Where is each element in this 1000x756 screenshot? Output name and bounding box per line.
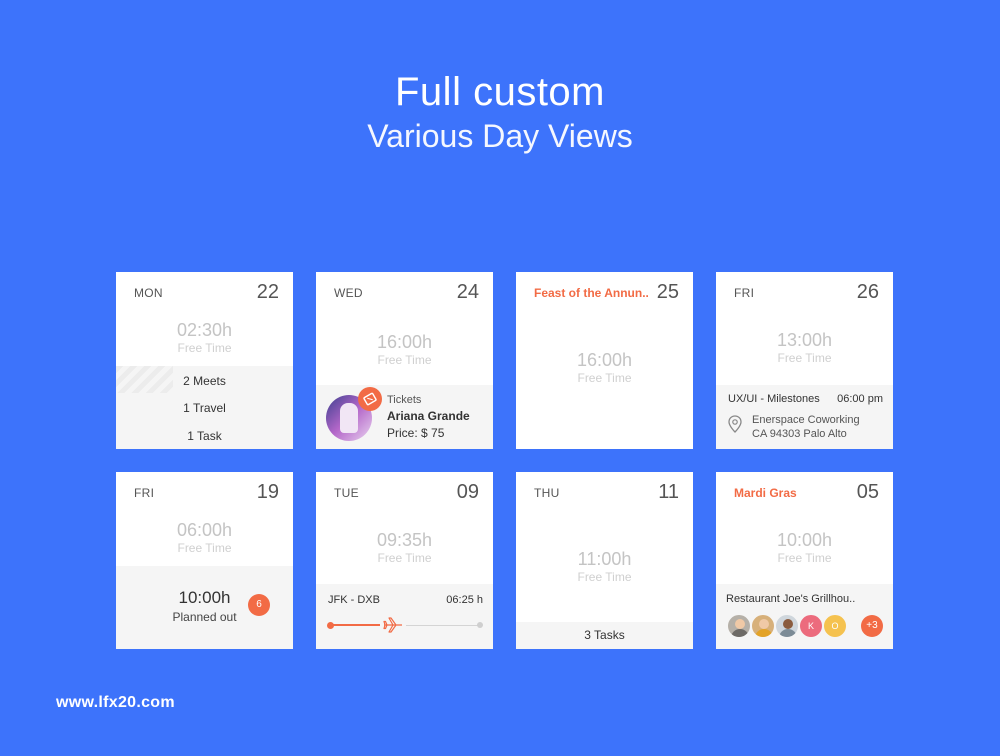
free-time-label: Free Time bbox=[577, 570, 632, 584]
holiday-name: Feast of the Annun.. bbox=[534, 286, 649, 300]
planned-count-badge[interactable]: 6 bbox=[248, 594, 270, 616]
free-time-label: Free Time bbox=[377, 551, 432, 565]
day-of-week: TUE bbox=[334, 486, 359, 500]
attendee-initial-k[interactable]: K bbox=[798, 613, 824, 639]
free-time-label: Free Time bbox=[777, 551, 832, 565]
flight-panel[interactable]: JFK - DXB 06:25 h bbox=[316, 584, 493, 649]
location-pin-icon bbox=[727, 415, 743, 438]
hero-subtitle: Various Day Views bbox=[367, 118, 633, 154]
airplane-icon bbox=[380, 616, 406, 639]
free-time-value: 10:00h bbox=[776, 530, 833, 550]
free-time-value: 11:00h bbox=[577, 549, 632, 569]
day-number: 09 bbox=[456, 481, 479, 503]
free-time-label: Free Time bbox=[577, 371, 632, 385]
travel-count[interactable]: 1 Travel bbox=[116, 401, 293, 415]
flight-duration: 06:25 h bbox=[446, 594, 483, 606]
day-card-tue[interactable]: TUE 09 09:35h Free Time JFK - DXB 06:25 … bbox=[316, 472, 493, 649]
avatar-head bbox=[759, 619, 769, 629]
avatar-body bbox=[755, 629, 773, 637]
ticket-icon bbox=[358, 387, 382, 411]
day-card-thu[interactable]: THU 11 11:00h Free Time 3 Tasks bbox=[516, 472, 693, 649]
event-panel[interactable]: UX/UI - Milestones 06:00 pm Enerspace Co… bbox=[716, 385, 893, 449]
day-number: 11 bbox=[658, 481, 679, 503]
day-of-week: FRI bbox=[134, 486, 155, 500]
tasks-count: 3 Tasks bbox=[584, 628, 625, 642]
event-panel[interactable]: Restaurant Joe's Grillhou.. K O +3 bbox=[716, 584, 893, 649]
day-card-fri-19[interactable]: FRI 19 06:00h Free Time 10:00h Planned o… bbox=[116, 472, 293, 649]
free-time-value: 09:35h bbox=[376, 530, 433, 550]
day-card-mon[interactable]: MON 22 02:30h Free Time 2 Meets 1 Travel… bbox=[116, 272, 293, 449]
avatar-body bbox=[731, 629, 749, 637]
day-card-mardi-gras[interactable]: Mardi Gras 05 10:00h Free Time Restauran… bbox=[716, 472, 893, 649]
hero-title: Full custom bbox=[395, 70, 605, 114]
free-time-label: Free Time bbox=[377, 353, 432, 367]
avatar-body bbox=[779, 629, 797, 637]
day-of-week: MON bbox=[134, 286, 163, 300]
flight-origin-dot bbox=[327, 622, 334, 629]
day-of-week: THU bbox=[534, 486, 560, 500]
day-number: 25 bbox=[656, 281, 679, 303]
day-number: 22 bbox=[256, 281, 279, 303]
event-title: UX/UI - Milestones bbox=[728, 393, 820, 405]
free-time-value: 06:00h bbox=[176, 520, 233, 540]
flight-progress-fill bbox=[330, 624, 384, 626]
day-number: 05 bbox=[856, 481, 879, 503]
event-name: Ariana Grande bbox=[387, 409, 470, 423]
location-line-2: CA 94303 Palo Alto bbox=[752, 428, 847, 440]
attendee-avatar[interactable] bbox=[726, 613, 752, 639]
more-attendees-badge[interactable]: +3 bbox=[861, 615, 883, 637]
attendee-list: K O +3 bbox=[726, 613, 886, 639]
flight-route: JFK - DXB bbox=[328, 594, 380, 606]
attendee-avatar[interactable] bbox=[774, 613, 800, 639]
day-of-week: FRI bbox=[734, 286, 755, 300]
day-card-feast[interactable]: Feast of the Annun.. 25 16:00h Free Time bbox=[516, 272, 693, 449]
attendee-avatar[interactable] bbox=[750, 613, 776, 639]
free-time-value: 16:00h bbox=[376, 332, 433, 352]
day-number: 26 bbox=[856, 281, 879, 303]
summary-panel: 2 Meets 1 Travel 1 Task bbox=[116, 366, 293, 449]
planned-panel[interactable]: 10:00h Planned out 6 bbox=[116, 566, 293, 649]
tasks-panel[interactable]: 3 Tasks bbox=[516, 622, 693, 649]
day-number: 24 bbox=[456, 281, 479, 303]
day-card-wed[interactable]: WED 24 16:00h Free Time Tickets Ariana G… bbox=[316, 272, 493, 449]
site-watermark: www.lfx20.com bbox=[56, 694, 175, 711]
flight-destination-dot bbox=[477, 622, 483, 628]
day-of-week: WED bbox=[334, 286, 363, 300]
event-panel[interactable]: Tickets Ariana Grande Price: $ 75 bbox=[316, 385, 493, 449]
location-line-1: Enerspace Coworking bbox=[752, 414, 860, 426]
free-time-label: Free Time bbox=[177, 341, 232, 355]
free-time-value: 16:00h bbox=[576, 350, 633, 370]
event-price: Price: $ 75 bbox=[387, 426, 445, 440]
attendee-initial-o[interactable]: O bbox=[822, 613, 848, 639]
free-time-value: 02:30h bbox=[176, 320, 233, 340]
event-time: 06:00 pm bbox=[837, 393, 883, 405]
event-label: Tickets bbox=[387, 394, 422, 406]
day-number: 19 bbox=[256, 481, 279, 503]
holiday-name: Mardi Gras bbox=[734, 486, 797, 500]
free-time-value: 13:00h bbox=[776, 330, 833, 350]
free-time-label: Free Time bbox=[177, 541, 232, 555]
free-time-label: Free Time bbox=[777, 351, 832, 365]
day-card-fri-26[interactable]: FRI 26 13:00h Free Time UX/UI - Mileston… bbox=[716, 272, 893, 449]
avatar-head bbox=[735, 619, 745, 629]
restaurant-name: Restaurant Joe's Grillhou.. bbox=[726, 593, 856, 605]
task-count[interactable]: 1 Task bbox=[116, 429, 293, 443]
avatar-head bbox=[783, 619, 793, 629]
meets-count[interactable]: 2 Meets bbox=[116, 374, 293, 388]
